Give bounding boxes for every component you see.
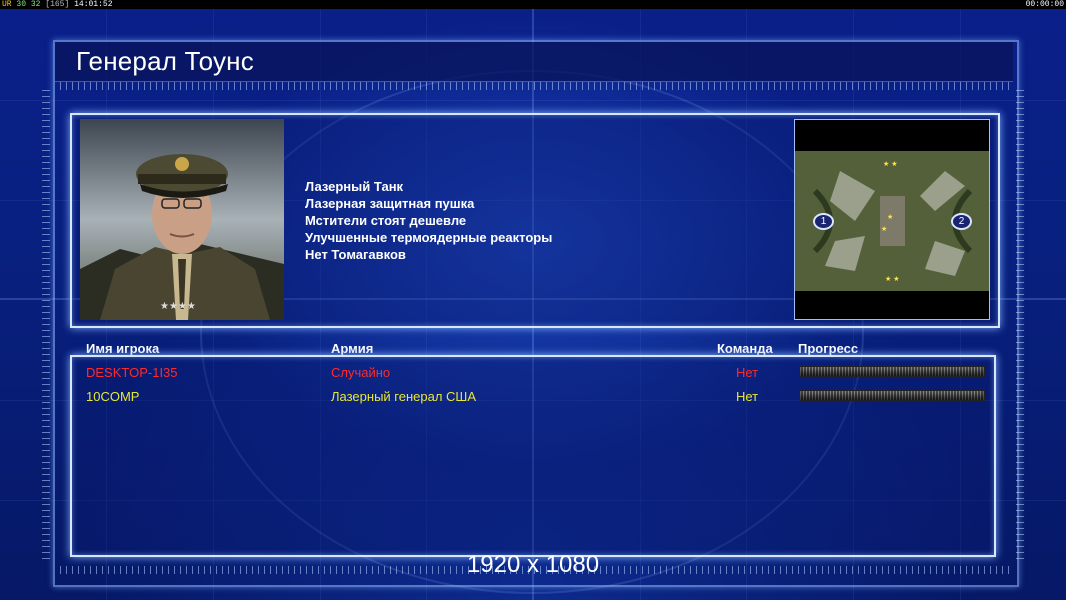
- fps-readout: UR 30 32 [165] 14:01:52: [2, 0, 113, 9]
- overlay-clock: 14:01:52: [74, 0, 113, 9]
- feature-item: Лазерная защитная пушка: [305, 196, 475, 211]
- svg-text:★: ★: [881, 225, 887, 233]
- column-header-army: Армия: [331, 341, 374, 356]
- players-panel: [70, 355, 996, 557]
- player-team: Нет: [736, 389, 759, 404]
- player-progress-bar: [799, 390, 985, 401]
- debug-overlay-bar: UR 30 32 [165] 14:01:52 00:00:00: [0, 0, 1066, 9]
- resolution-label: 1920 x 1080: [466, 551, 600, 578]
- player-team: Нет: [736, 365, 759, 380]
- general-features-list: Лазерный Танк Лазерная защитная пушка Мс…: [305, 178, 552, 263]
- svg-text:★ ★: ★ ★: [885, 275, 900, 283]
- player-name: DESKTOP-1I35: [86, 365, 178, 380]
- ruler-right: [1016, 90, 1024, 560]
- overlay-stat-a: 30: [16, 0, 27, 9]
- general-portrait: ★★★★: [80, 119, 284, 320]
- svg-text:★★★★: ★★★★: [160, 301, 196, 312]
- column-header-team: Команда: [717, 341, 773, 356]
- page-title: Генерал Тоунс: [76, 46, 254, 76]
- overlay-stat-b: 32: [30, 0, 41, 9]
- overlay-stat-c: [165]: [45, 0, 70, 9]
- overlay-prefix: UR: [2, 0, 12, 9]
- column-header-progress: Прогресс: [798, 341, 859, 356]
- map-preview: ★ ★ ★ ★ ★ ★ 1 2: [794, 119, 990, 320]
- feature-item: Мстители стоят дешевле: [305, 213, 467, 228]
- general-portrait-icon: ★★★★: [80, 119, 284, 320]
- overlay-timer: 00:00:00: [1025, 0, 1064, 9]
- svg-text:★ ★: ★ ★: [883, 160, 898, 168]
- ruler-left: [42, 90, 50, 560]
- feature-item: Лазерный Танк: [305, 179, 404, 194]
- start-position-2[interactable]: 2: [951, 213, 972, 230]
- svg-text:★: ★: [887, 213, 893, 221]
- column-header-player-name: Имя игрока: [86, 341, 160, 356]
- player-name: 10COMP: [86, 389, 140, 404]
- player-army: Лазерный генерал США: [331, 389, 477, 404]
- feature-item: Нет Томагавков: [305, 247, 406, 262]
- feature-item: Улучшенные термоядерные реакторы: [305, 230, 553, 245]
- player-army: Случайно: [331, 365, 391, 380]
- player-progress-bar: [799, 366, 985, 377]
- ruler-top: [60, 82, 1010, 90]
- start-position-1[interactable]: 1: [813, 213, 834, 230]
